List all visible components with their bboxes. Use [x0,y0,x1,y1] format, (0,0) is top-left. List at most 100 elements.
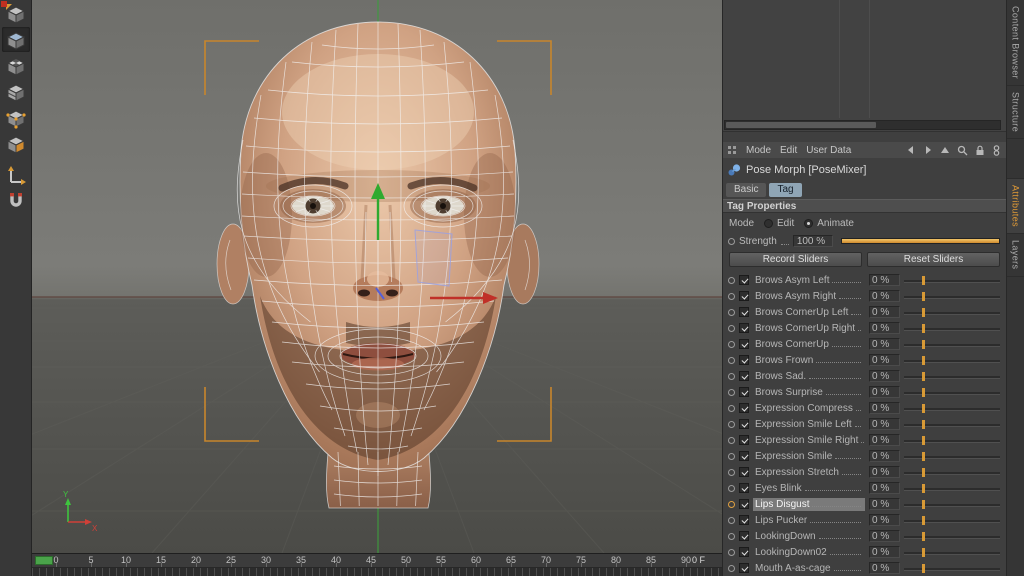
radio-edit-icon[interactable] [764,218,774,228]
slider-name-cell[interactable]: Brows Asym Left [753,274,865,287]
slider-handle[interactable] [922,564,925,573]
slider-handle[interactable] [922,356,925,365]
slider-value[interactable]: 0 % [869,322,900,334]
browser-hscroll-thumb[interactable] [726,122,876,128]
slider-value[interactable]: 0 % [869,402,900,414]
morph-slider-row[interactable]: Mouth A-as-cage 0 % [723,560,1006,576]
reset-sliders-button[interactable]: Reset Sliders [867,252,1000,267]
slider-handle[interactable] [922,292,925,301]
slider-checkbox[interactable] [739,323,749,333]
slider-name-cell[interactable]: Expression Smile Left [753,418,865,431]
menu-edit[interactable]: Edit [780,145,797,156]
mode-option-edit[interactable]: Edit [764,218,794,229]
keyframe-dot-icon[interactable] [728,237,735,245]
slider-handle[interactable] [922,468,925,477]
slider-value[interactable]: 0 % [869,450,900,462]
menu-mode[interactable]: Mode [746,145,771,156]
keyframe-dot-icon[interactable] [728,436,735,444]
slider-name-cell[interactable]: Expression Smile [753,450,865,463]
slider-track[interactable] [904,562,1000,574]
slider-checkbox[interactable] [739,291,749,301]
record-sliders-button[interactable]: Record Sliders [729,252,862,267]
slider-track[interactable] [904,290,1000,302]
morph-slider-row[interactable]: Expression Smile Right 0 % [723,432,1006,448]
slider-handle[interactable] [922,308,925,317]
history-back-icon[interactable] [906,145,916,155]
keyframe-dot-icon[interactable] [728,532,735,540]
browser-area[interactable] [723,0,1006,132]
tab-attributes[interactable]: Attributes [1007,179,1024,235]
morph-slider-row[interactable]: Brows Surprise 0 % [723,384,1006,400]
texture-mode-button[interactable] [2,53,30,78]
slider-track[interactable] [904,274,1000,286]
points-mode-button[interactable] [2,105,30,130]
slider-name-cell[interactable]: Expression Compress [753,402,865,415]
slider-value[interactable]: 0 % [869,546,900,558]
enable-axis-button[interactable] [2,162,30,187]
keyframe-dot-icon[interactable] [728,500,735,508]
slider-track[interactable] [904,370,1000,382]
slider-track[interactable] [904,482,1000,494]
browser-hscrollbar[interactable] [724,120,1001,130]
slider-checkbox[interactable] [739,515,749,525]
slider-handle[interactable] [922,548,925,557]
tab-content-browser[interactable]: Content Browser [1007,0,1024,87]
morph-slider-row[interactable]: Brows CornerUp Left 0 % [723,304,1006,320]
slider-name-cell[interactable]: Lips Pucker [753,514,865,527]
keyframe-dot-icon[interactable] [728,308,735,316]
morph-slider-row[interactable]: Brows Sad. 0 % [723,368,1006,384]
slider-name-cell[interactable]: Brows CornerUp Right [753,322,865,335]
slider-value[interactable]: 0 % [869,530,900,542]
tab-tag[interactable]: Tag [769,183,802,197]
morph-slider-row[interactable]: Brows Asym Right 0 % [723,288,1006,304]
timeline-minor-ticks[interactable] [32,568,722,576]
morph-slider-row[interactable]: Brows Asym Left 0 % [723,272,1006,288]
keyframe-dot-icon[interactable] [728,420,735,428]
slider-handle[interactable] [922,436,925,445]
tab-structure[interactable]: Structure [1007,86,1024,140]
slider-checkbox[interactable] [739,563,749,573]
slider-value[interactable]: 0 % [869,274,900,286]
slider-name-cell[interactable]: Mouth A-as-cage [753,562,865,575]
morph-slider-row[interactable]: LookingDown02 0 % [723,544,1006,560]
up-arrow-icon[interactable] [940,145,950,155]
keyframe-dot-icon[interactable] [728,548,735,556]
morph-slider-row[interactable]: Brows Frown 0 % [723,352,1006,368]
timeline-range-marker[interactable] [35,556,53,565]
slider-value[interactable]: 0 % [869,482,900,494]
slider-track[interactable] [904,402,1000,414]
keyframe-dot-icon[interactable] [728,404,735,412]
slider-checkbox[interactable] [739,547,749,557]
keyframe-dot-icon[interactable] [728,340,735,348]
slider-value[interactable]: 0 % [869,498,900,510]
keyframe-dot-icon[interactable] [728,484,735,492]
slider-checkbox[interactable] [739,387,749,397]
morph-slider-row[interactable]: Expression Smile Left 0 % [723,416,1006,432]
slider-track[interactable] [904,546,1000,558]
radio-animate-icon[interactable] [804,218,814,228]
slider-handle[interactable] [922,484,925,493]
slider-name-cell[interactable]: Brows CornerUp Left [753,306,865,319]
slider-track[interactable] [904,498,1000,510]
slider-name-cell[interactable]: Expression Stretch [753,466,865,479]
strength-slider[interactable] [840,238,1000,244]
slider-handle[interactable] [922,500,925,509]
morph-slider-row[interactable]: Eyes Blink 0 % [723,480,1006,496]
strength-value[interactable]: 100 % [792,235,833,247]
keyframe-dot-icon[interactable] [728,356,735,364]
slider-name-cell[interactable]: Eyes Blink [753,482,865,495]
slider-name-cell[interactable]: LookingDown [753,530,865,543]
slider-name-cell[interactable]: Brows CornerUp [753,338,865,351]
slider-track[interactable] [904,354,1000,366]
timeline[interactable]: 0 F 0 5 10 15 20 25 30 35 40 45 50 55 60 65 70 75 80 85 90 [32,553,722,576]
slider-track[interactable] [904,306,1000,318]
mode-option-animate[interactable]: Animate [804,218,854,229]
slider-value[interactable]: 0 % [869,354,900,366]
slider-value[interactable]: 0 % [869,370,900,382]
slider-track[interactable] [904,514,1000,526]
slider-checkbox[interactable] [739,435,749,445]
slider-handle[interactable] [922,372,925,381]
slider-checkbox[interactable] [739,339,749,349]
slider-value[interactable]: 0 % [869,418,900,430]
slider-checkbox[interactable] [739,483,749,493]
